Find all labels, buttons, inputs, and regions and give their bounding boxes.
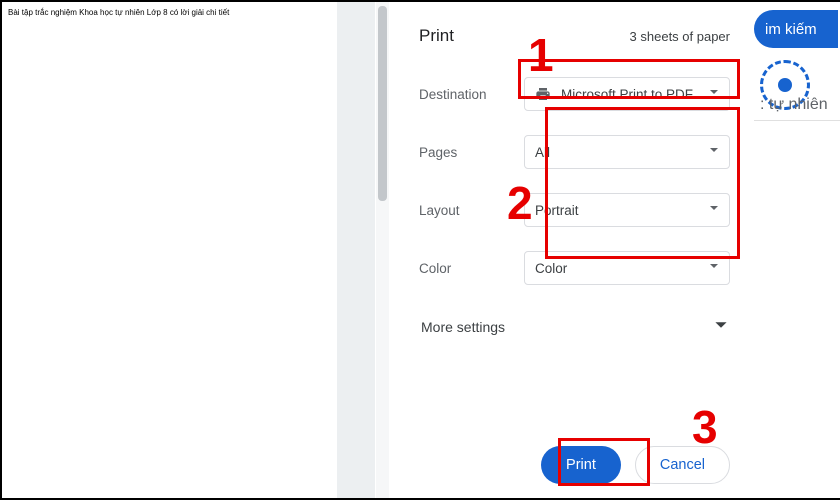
sheet-count: 3 sheets of paper — [630, 29, 730, 44]
more-settings-toggle[interactable]: More settings — [419, 310, 730, 343]
destination-dropdown[interactable]: Microsoft Print to PDF — [524, 77, 730, 111]
more-settings-label: More settings — [421, 319, 505, 335]
print-settings-panel: Print 3 sheets of paper Destination Micr… — [389, 2, 754, 498]
divider — [754, 120, 840, 121]
color-label: Color — [419, 261, 524, 276]
chevron-down-icon — [709, 87, 719, 97]
pages-label: Pages — [419, 145, 524, 160]
color-value: Color — [535, 261, 567, 276]
layout-dropdown[interactable]: Portrait — [524, 193, 730, 227]
button-bar: Print Cancel — [389, 446, 754, 484]
chevron-down-icon — [709, 145, 719, 155]
scrollbar-thumb[interactable] — [378, 6, 387, 201]
printer-icon — [535, 86, 551, 102]
print-button[interactable]: Print — [541, 446, 621, 484]
cancel-button[interactable]: Cancel — [635, 446, 730, 484]
search-button-fragment[interactable]: im kiếm — [754, 10, 838, 48]
layout-value: Portrait — [535, 203, 579, 218]
category-label-fragment: : tự nhiên — [760, 96, 828, 114]
pages-dropdown[interactable]: All — [524, 135, 730, 169]
print-preview-pane: Bài tập trắc nghiệm Khoa học tự nhiên Lớ… — [2, 2, 337, 498]
preview-gutter — [337, 2, 375, 498]
destination-value: Microsoft Print to PDF — [561, 87, 693, 102]
chevron-down-icon — [709, 261, 719, 271]
browser-right-slice: im kiếm : tự nhiên — [754, 2, 840, 498]
panel-title: Print — [419, 26, 454, 46]
color-dropdown[interactable]: Color — [524, 251, 730, 285]
chevron-down-icon — [714, 318, 728, 335]
pages-value: All — [535, 145, 550, 160]
chevron-down-icon — [709, 203, 719, 213]
document-title: Bài tập trắc nghiệm Khoa học tự nhiên Lớ… — [8, 8, 229, 17]
destination-label: Destination — [419, 87, 524, 102]
layout-label: Layout — [419, 203, 524, 218]
